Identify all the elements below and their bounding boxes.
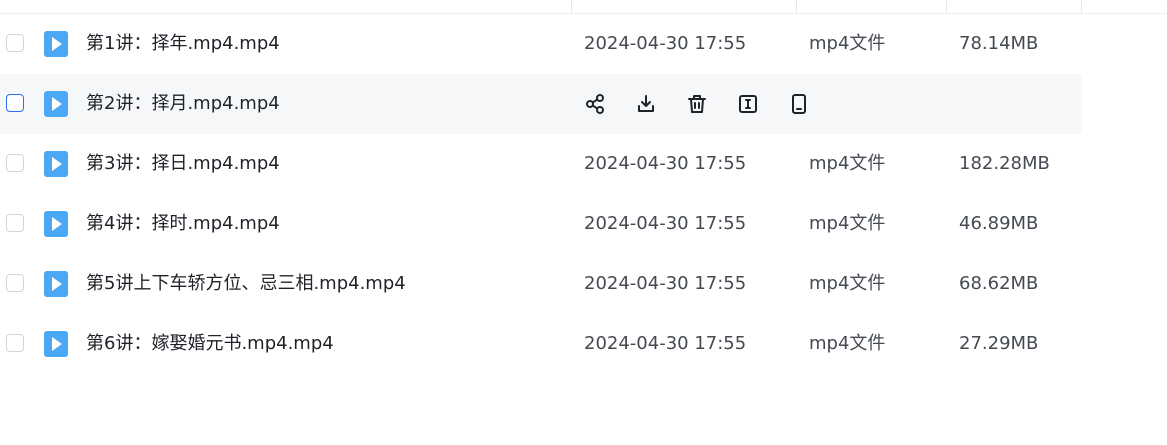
file-name[interactable]: 第2讲：择月.mp4.mp4: [86, 74, 280, 134]
video-file-icon: [44, 91, 68, 117]
row-checkbox[interactable]: [6, 94, 24, 112]
row-checkbox[interactable]: [6, 34, 24, 52]
file-size: 78.14MB: [959, 33, 1039, 54]
file-modified-date: 2024-04-30 17:55: [584, 333, 747, 354]
file-name[interactable]: 第3讲：择日.mp4.mp4: [86, 134, 280, 194]
video-file-icon: [44, 31, 68, 57]
video-file-icon: [44, 211, 68, 237]
file-row[interactable]: 第1讲：择年.mp4.mp4 2024-04-30 17:55 mp4文件 78…: [0, 14, 1082, 74]
header-divider: [571, 0, 572, 13]
file-type: mp4文件: [809, 153, 886, 174]
video-file-icon: [44, 271, 68, 297]
file-modified-date: 2024-04-30 17:55: [584, 33, 747, 54]
file-size: 68.62MB: [959, 273, 1039, 294]
file-row[interactable]: 第5讲上下车轿方位、忌三相.mp4.mp4 2024-04-30 17:55 m…: [0, 254, 1082, 314]
file-list: 第1讲：择年.mp4.mp4 2024-04-30 17:55 mp4文件 78…: [0, 14, 1167, 374]
header-divider: [1081, 0, 1082, 13]
file-name[interactable]: 第1讲：择年.mp4.mp4: [86, 14, 280, 74]
row-checkbox[interactable]: [6, 274, 24, 292]
header-divider: [796, 0, 797, 13]
file-modified-date: 2024-04-30 17:55: [584, 213, 747, 234]
video-file-icon: [44, 331, 68, 357]
file-size: 27.29MB: [959, 333, 1039, 354]
video-file-icon: [44, 151, 68, 177]
download-icon[interactable]: [635, 93, 657, 115]
row-checkbox[interactable]: [6, 154, 24, 172]
file-row[interactable]: 第2讲：择月.mp4.mp4: [0, 74, 1082, 134]
file-name[interactable]: 第5讲上下车轿方位、忌三相.mp4.mp4: [86, 254, 406, 314]
file-row[interactable]: 第3讲：择日.mp4.mp4 2024-04-30 17:55 mp4文件 18…: [0, 134, 1082, 194]
file-type: mp4文件: [809, 33, 886, 54]
file-type: mp4文件: [809, 213, 886, 234]
file-size: 182.28MB: [959, 153, 1050, 174]
phone-icon[interactable]: [788, 93, 810, 115]
file-modified-date: 2024-04-30 17:55: [584, 153, 747, 174]
file-type: mp4文件: [809, 333, 886, 354]
file-size: 46.89MB: [959, 213, 1039, 234]
file-row[interactable]: 第4讲：择时.mp4.mp4 2024-04-30 17:55 mp4文件 46…: [0, 194, 1082, 254]
list-header: [0, 0, 1167, 14]
delete-icon[interactable]: [686, 93, 708, 115]
file-modified-date: 2024-04-30 17:55: [584, 273, 747, 294]
row-checkbox[interactable]: [6, 214, 24, 232]
file-row[interactable]: 第6讲：嫁娶婚元书.mp4.mp4 2024-04-30 17:55 mp4文件…: [0, 314, 1082, 374]
header-divider: [946, 0, 947, 13]
file-type: mp4文件: [809, 273, 886, 294]
file-name[interactable]: 第4讲：择时.mp4.mp4: [86, 194, 280, 254]
share-icon[interactable]: [584, 93, 606, 115]
row-checkbox[interactable]: [6, 334, 24, 352]
file-name[interactable]: 第6讲：嫁娶婚元书.mp4.mp4: [86, 314, 334, 374]
rename-icon[interactable]: [737, 93, 759, 115]
